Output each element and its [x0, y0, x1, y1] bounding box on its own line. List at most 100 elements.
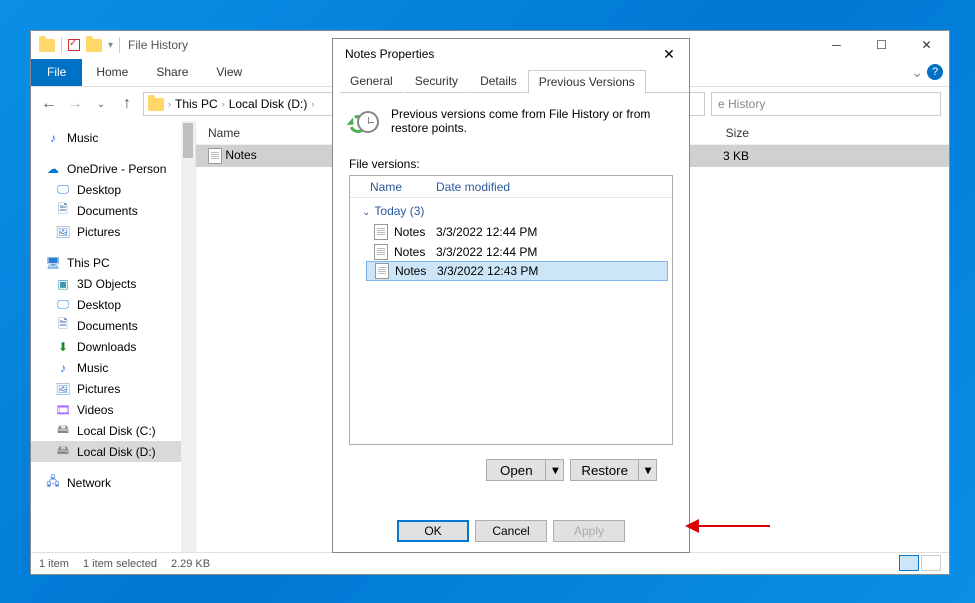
divider	[61, 37, 62, 53]
pictures-icon: 🖼	[55, 224, 71, 240]
sidebar-item-3dobjects[interactable]: ▣3D Objects	[31, 273, 195, 294]
fv-group-today[interactable]: ⌄Today (3)	[350, 198, 672, 222]
open-button[interactable]: Open▾	[486, 459, 564, 481]
fv-column-headers: Name Date modified	[350, 176, 672, 198]
sidebar-item-downloads[interactable]: ⬇Downloads	[31, 336, 195, 357]
ok-button[interactable]: OK	[397, 520, 469, 542]
sidebar-item-desktop[interactable]: 🖵Desktop	[31, 294, 195, 315]
onedrive-icon: ☁	[45, 161, 61, 177]
search-input[interactable]: e History	[711, 92, 941, 116]
scrollbar[interactable]	[181, 121, 195, 552]
annotation-arrow-line	[690, 525, 770, 527]
breadcrumb-item[interactable]: Local Disk (D:)	[229, 97, 308, 111]
document-icon	[375, 263, 389, 279]
folder-icon	[148, 98, 164, 111]
properties-dialog: Notes Properties ✕ General Security Deta…	[332, 38, 690, 553]
disk-icon: 🖴	[55, 423, 71, 439]
restore-button[interactable]: Restore▾	[570, 459, 657, 481]
file-versions-label: File versions:	[349, 157, 673, 171]
dropdown-icon[interactable]: ▾	[108, 40, 113, 51]
sidebar-item-documents[interactable]: 🗎Documents	[31, 315, 195, 336]
tab-details[interactable]: Details	[469, 69, 528, 93]
column-header-size[interactable]: Size	[681, 126, 761, 140]
dialog-title: Notes Properties	[345, 47, 434, 61]
tab-security[interactable]: Security	[404, 69, 469, 93]
help-icon[interactable]: ?	[927, 64, 943, 80]
version-row[interactable]: Notes3/3/2022 12:44 PM	[350, 222, 672, 242]
ribbon-chevron-icon[interactable]: ⌄	[911, 64, 923, 81]
tab-general[interactable]: General	[339, 69, 404, 93]
version-row[interactable]: Notes3/3/2022 12:44 PM	[350, 242, 672, 262]
history-clock-icon	[349, 107, 379, 143]
sidebar-item-pictures[interactable]: 🖼Pictures	[31, 378, 195, 399]
scrollbar-thumb[interactable]	[183, 123, 193, 158]
desktop-icon: 🖵	[55, 297, 71, 313]
view-icons-button[interactable]	[921, 555, 941, 571]
network-icon: 🖧	[45, 475, 61, 491]
sidebar-item-videos[interactable]: 🎞Videos	[31, 399, 195, 420]
music-icon: ♪	[55, 360, 71, 376]
pictures-icon: 🖼	[55, 381, 71, 397]
maximize-button[interactable]: ☐	[859, 31, 904, 59]
breadcrumb-item[interactable]: This PC	[175, 97, 218, 111]
fv-col-name[interactable]: Name	[370, 180, 436, 194]
sidebar-item-thispc[interactable]: 🖥This PC	[31, 252, 195, 273]
up-button[interactable]: ↑	[117, 95, 137, 113]
dialog-titlebar[interactable]: Notes Properties ✕	[333, 39, 689, 69]
open-dropdown-icon[interactable]: ▾	[546, 459, 564, 481]
forward-button[interactable]: →	[65, 95, 85, 113]
navigation-pane: ♪Music ☁OneDrive - Person 🖵Desktop 🗎Docu…	[31, 121, 196, 552]
chevron-down-icon: ⌄	[362, 207, 370, 218]
save-check-icon[interactable]	[68, 39, 80, 51]
view-details-button[interactable]	[899, 555, 919, 571]
minimize-button[interactable]: ─	[814, 31, 859, 59]
videos-icon: 🎞	[55, 402, 71, 418]
music-icon: ♪	[45, 130, 61, 146]
folder-icon	[86, 39, 102, 52]
recent-dropdown-icon[interactable]: ⌄	[91, 99, 111, 110]
chevron-right-icon[interactable]: ›	[311, 99, 314, 109]
restore-dropdown-icon[interactable]: ▾	[639, 459, 657, 481]
apply-button[interactable]: Apply	[553, 520, 625, 542]
tab-previous-versions[interactable]: Previous Versions	[528, 70, 646, 94]
chevron-right-icon[interactable]: ›	[222, 99, 225, 109]
sidebar-item-localdisk-d[interactable]: 🖴Local Disk (D:)	[31, 441, 195, 462]
documents-icon: 🗎	[55, 318, 71, 334]
document-icon	[374, 244, 388, 260]
selection-count: 1 item selected	[83, 558, 157, 570]
ribbon-tab-home[interactable]: Home	[82, 59, 142, 86]
close-button[interactable]: ✕	[904, 31, 949, 59]
fv-col-date[interactable]: Date modified	[436, 180, 510, 194]
3d-icon: ▣	[55, 276, 71, 292]
sidebar-item-documents[interactable]: 🗎Documents	[31, 200, 195, 221]
status-bar: 1 item 1 item selected 2.29 KB	[31, 552, 949, 574]
documents-icon: 🗎	[55, 203, 71, 219]
window-title: File History	[128, 38, 188, 52]
info-text: Previous versions come from File History…	[391, 107, 673, 135]
sidebar-item-music[interactable]: ♪Music	[31, 127, 195, 148]
sidebar-item-network[interactable]: 🖧Network	[31, 472, 195, 493]
ribbon-tab-share[interactable]: Share	[142, 59, 202, 86]
pc-icon: 🖥	[45, 255, 61, 271]
version-row[interactable]: Notes3/3/2022 12:43 PM	[366, 261, 668, 281]
close-icon[interactable]: ✕	[649, 39, 689, 69]
downloads-icon: ⬇	[55, 339, 71, 355]
sidebar-item-onedrive[interactable]: ☁OneDrive - Person	[31, 158, 195, 179]
divider	[119, 37, 120, 53]
sidebar-item-localdisk-c[interactable]: 🖴Local Disk (C:)	[31, 420, 195, 441]
dialog-tabs: General Security Details Previous Versio…	[333, 69, 689, 93]
back-button[interactable]: ←	[39, 95, 59, 113]
sidebar-item-music[interactable]: ♪Music	[31, 357, 195, 378]
ribbon-tab-file[interactable]: File	[31, 59, 82, 86]
cancel-button[interactable]: Cancel	[475, 520, 547, 542]
sidebar-item-pictures[interactable]: 🖼Pictures	[31, 221, 195, 242]
document-icon	[374, 224, 388, 240]
disk-icon: 🖴	[55, 444, 71, 460]
chevron-right-icon[interactable]: ›	[168, 99, 171, 109]
desktop-icon: 🖵	[55, 182, 71, 198]
sidebar-item-desktop[interactable]: 🖵Desktop	[31, 179, 195, 200]
ribbon-tab-view[interactable]: View	[202, 59, 256, 86]
item-count: 1 item	[39, 558, 69, 570]
file-versions-list: Name Date modified ⌄Today (3) Notes3/3/2…	[349, 175, 673, 445]
folder-icon	[39, 39, 55, 52]
